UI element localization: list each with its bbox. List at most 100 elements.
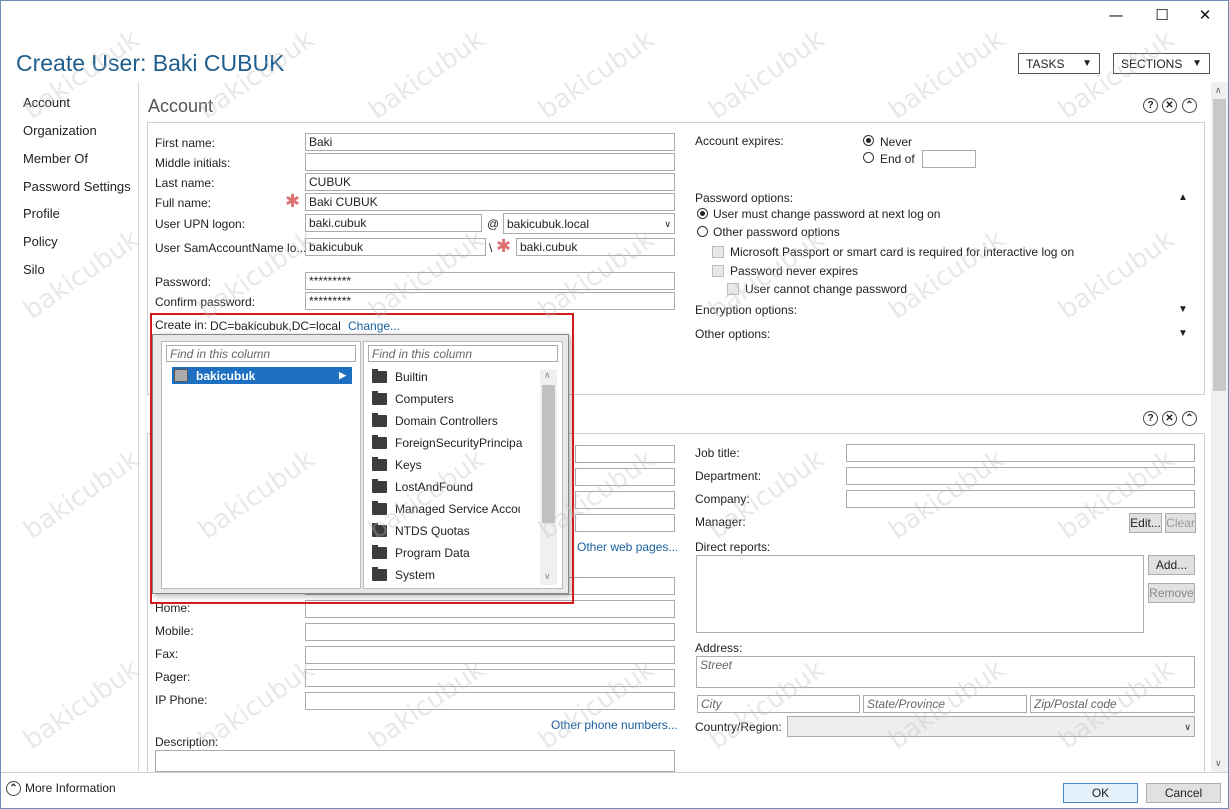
ip-phone-field[interactable] — [305, 692, 675, 710]
cannot-change-checkbox[interactable] — [727, 283, 739, 295]
nav-account[interactable]: Account — [23, 95, 70, 110]
job-title-field[interactable] — [846, 444, 1195, 462]
watermark: bakicubuk — [533, 24, 661, 126]
middle-initials-field[interactable] — [305, 153, 675, 171]
ok-button[interactable]: OK — [1063, 783, 1138, 803]
confirm-password-label: Confirm password: — [155, 295, 256, 309]
zip-field[interactable]: Zip/Postal code — [1030, 695, 1195, 713]
address-label: Address: — [695, 641, 743, 655]
expand-triangle-icon[interactable]: ▼ — [1178, 328, 1188, 339]
account-expires-label: Account expires: — [695, 134, 784, 148]
sam-label: User SamAccountName lo... — [155, 241, 307, 255]
chevron-down-icon: ∨ — [664, 219, 671, 229]
last-name-label: Last name: — [155, 176, 215, 190]
collapse-icon[interactable]: ⌃ — [1182, 411, 1197, 426]
footer-bar — [0, 772, 1229, 809]
encryption-options-label: Encryption options: — [695, 303, 798, 317]
nav-silo[interactable]: Silo — [23, 262, 45, 277]
never-radio[interactable] — [863, 135, 874, 149]
middle-initials-label: Middle initials: — [155, 156, 231, 170]
more-information-link[interactable]: More Information — [25, 781, 116, 795]
org-field[interactable] — [575, 514, 675, 532]
manager-edit-button[interactable]: Edit... — [1129, 513, 1162, 533]
manager-clear-button[interactable]: Clear — [1165, 513, 1196, 533]
city-field[interactable]: City — [697, 695, 860, 713]
never-expires-checkbox[interactable] — [712, 265, 724, 277]
mobile-label: Mobile: — [155, 624, 194, 638]
full-name-field[interactable]: Baki CUBUK — [305, 193, 675, 211]
pager-field[interactable] — [305, 669, 675, 687]
caret-down-icon: ▼ — [1082, 58, 1092, 69]
collapse-triangle-icon[interactable]: ▲ — [1178, 192, 1188, 203]
cancel-button[interactable]: Cancel — [1146, 783, 1221, 803]
manager-label: Manager: — [695, 515, 746, 529]
direct-reports-label: Direct reports: — [695, 540, 771, 554]
password-options-label: Password options: — [695, 191, 794, 205]
org-field[interactable] — [575, 468, 675, 486]
close-section-icon[interactable]: ✕ — [1162, 98, 1177, 113]
end-of-label: End of — [880, 152, 915, 166]
fax-field[interactable] — [305, 646, 675, 664]
nav-password-settings[interactable]: Password Settings — [23, 179, 131, 194]
at-sign: @ — [487, 217, 500, 231]
watermark: bakicubuk — [18, 444, 146, 546]
street-field[interactable]: Street — [696, 656, 1195, 688]
other-phone-numbers-link[interactable]: Other phone numbers... — [551, 718, 678, 732]
help-icon[interactable]: ? — [1143, 411, 1158, 426]
nav-policy[interactable]: Policy — [23, 234, 58, 249]
first-name-field[interactable]: Baki — [305, 133, 675, 151]
watermark: bakicubuk — [1053, 24, 1181, 126]
collapse-icon[interactable]: ⌃ — [1182, 98, 1197, 113]
sections-label: SECTIONS — [1121, 56, 1183, 71]
never-expires-label: Password never expires — [730, 264, 859, 278]
org-field[interactable] — [575, 491, 675, 509]
last-name-field[interactable]: CUBUK — [305, 173, 675, 191]
confirm-password-field[interactable]: ********* — [305, 292, 675, 310]
scroll-up-icon[interactable]: ∧ — [1215, 85, 1222, 96]
tasks-dropdown[interactable]: TASKS ▼ — [1018, 53, 1100, 74]
expand-triangle-icon[interactable]: ▼ — [1178, 304, 1188, 315]
chevron-down-icon: ∨ — [1184, 722, 1191, 732]
sections-dropdown[interactable]: SECTIONS ▼ — [1113, 53, 1210, 74]
department-field[interactable] — [846, 467, 1195, 485]
pager-label: Pager: — [155, 670, 191, 684]
close-section-icon[interactable]: ✕ — [1162, 411, 1177, 426]
direct-reports-list[interactable] — [696, 555, 1144, 633]
other-web-pages-link[interactable]: Other web pages... — [577, 540, 678, 554]
other-password-label: Other password options — [713, 225, 840, 239]
must-change-radio[interactable] — [697, 208, 708, 222]
expand-up-icon[interactable]: ⌃ — [6, 781, 21, 796]
passport-checkbox[interactable] — [712, 246, 724, 258]
country-select[interactable]: ∨ — [787, 716, 1195, 737]
description-label: Description: — [155, 735, 219, 749]
must-change-label: User must change password at next log on — [713, 207, 941, 221]
add-direct-report-button[interactable]: Add... — [1148, 555, 1195, 575]
nav-profile[interactable]: Profile — [23, 206, 60, 221]
maximize-button[interactable]: ☐ — [1139, 0, 1185, 30]
full-name-label: Full name: — [155, 196, 212, 210]
remove-direct-report-button[interactable]: Remove — [1148, 583, 1195, 603]
watermark: bakicubuk — [18, 654, 146, 756]
main-scroll-thumb[interactable] — [1213, 99, 1226, 391]
close-window-button[interactable]: ✕ — [1182, 0, 1228, 30]
nav-member-of[interactable]: Member Of — [23, 151, 88, 166]
minimize-button[interactable]: — — [1093, 0, 1139, 30]
nav-organization[interactable]: Organization — [23, 123, 97, 138]
password-label: Password: — [155, 275, 212, 289]
help-icon[interactable]: ? — [1143, 98, 1158, 113]
sam-field[interactable]: baki.cubuk — [516, 238, 675, 256]
password-field[interactable]: ********* — [305, 272, 675, 290]
country-label: Country/Region: — [695, 720, 782, 734]
upn-domain-select[interactable]: bakicubuk.local ∨ — [503, 213, 675, 234]
company-field[interactable] — [846, 490, 1195, 508]
scroll-down-icon[interactable]: ∨ — [1215, 758, 1222, 769]
state-field[interactable]: State/Province — [863, 695, 1027, 713]
upn-field[interactable]: baki.cubuk — [305, 214, 482, 232]
other-password-radio[interactable] — [697, 226, 708, 240]
end-of-date-field[interactable] — [922, 150, 976, 168]
end-of-radio[interactable] — [863, 152, 874, 166]
org-field[interactable] — [575, 445, 675, 463]
main-scrollbar[interactable]: ∧ ∨ — [1211, 82, 1228, 772]
description-field[interactable] — [155, 750, 675, 772]
mobile-field[interactable] — [305, 623, 675, 641]
